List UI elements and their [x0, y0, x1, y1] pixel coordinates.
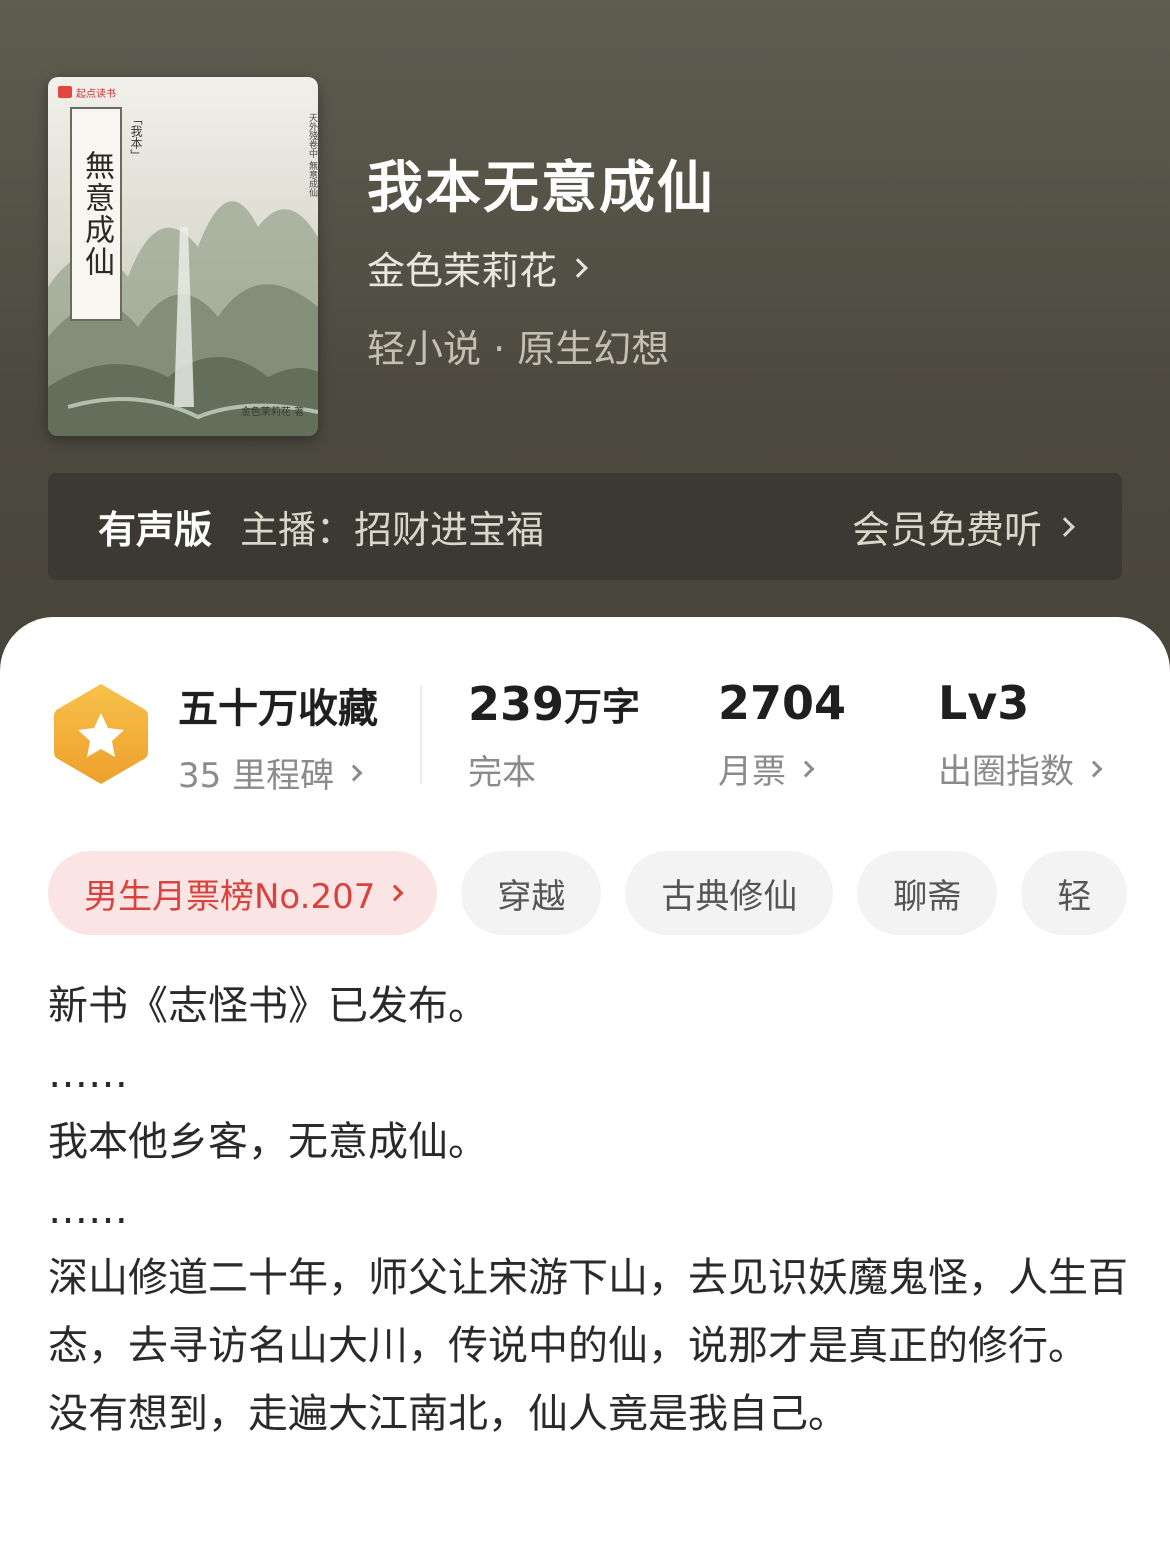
- cover-title: 無意成仙: [79, 150, 114, 278]
- stat-divider: [420, 686, 422, 784]
- description-line: 我本他乡客，无意成仙。: [48, 1119, 488, 1165]
- chevron-right-icon: [1055, 516, 1075, 537]
- tag-chip[interactable]: 轻: [1021, 851, 1128, 935]
- chevron-right-icon: [797, 760, 815, 777]
- rank-tag-label: 男生月票榜No.207: [84, 876, 376, 917]
- cover-brand: 起点读书: [58, 83, 116, 101]
- description-line: ……: [48, 1187, 128, 1233]
- stat-collect-value: 五十万收藏: [178, 686, 378, 732]
- popularity-index-text: 出圈指数: [938, 752, 1074, 792]
- chevron-right-icon: [568, 257, 588, 278]
- description-line: 深山修道二十年，师父让宋游下山，去见识妖魔鬼怪，人生百态，去寻访名山大川，传说中…: [48, 1255, 1128, 1369]
- audio-host: 主播：招财进宝福: [240, 508, 545, 552]
- stat-votes-value: 2704: [718, 676, 847, 730]
- author-link[interactable]: 金色茉莉花: [367, 240, 588, 295]
- stat-collect[interactable]: 五十万收藏 35 里程碑: [178, 676, 378, 797]
- book-title: 我本无意成仙: [367, 156, 715, 221]
- stat-level-label: 出圈指数: [938, 744, 1103, 793]
- tag-chip[interactable]: 穿越: [461, 851, 602, 935]
- cover-title-box: 無意成仙: [70, 107, 122, 321]
- brand-logo-icon: [58, 86, 72, 98]
- author-name: 金色茉莉花: [367, 249, 558, 293]
- description-line: ……: [48, 1051, 128, 1097]
- stat-collect-label: 35 里程碑: [178, 748, 378, 797]
- tag-chip[interactable]: 聊斋: [857, 851, 998, 935]
- stat-level-value: Lv3: [938, 676, 1030, 730]
- status-text: 完本: [468, 753, 536, 793]
- stat-words-value: 239万字: [468, 676, 640, 731]
- member-listen-button[interactable]: 会员免费听: [851, 499, 1075, 554]
- chevron-right-icon: [386, 884, 404, 902]
- description-line: 没有想到，走遍大江南北，仙人竟是我自己。: [48, 1391, 848, 1437]
- cover-vertical-text: 天外殘卷中 無意成仙: [307, 113, 317, 197]
- description-line: 新书《志怪书》已发布。: [48, 983, 488, 1029]
- cover-author: 金色茉莉花 著: [240, 407, 304, 418]
- stat-votes-label: 月票: [718, 744, 846, 793]
- rank-tag[interactable]: 男生月票榜No.207: [48, 851, 438, 935]
- stat-level[interactable]: Lv3 出圈指数: [938, 676, 1103, 793]
- stat-votes[interactable]: 2704 月票: [718, 676, 846, 793]
- milestone-text: 35 里程碑: [178, 756, 335, 796]
- cover-brand-text: 起点读书: [76, 88, 116, 100]
- votes-text: 月票: [718, 752, 786, 792]
- cover-subtitle: 「我本」: [129, 113, 143, 161]
- audio-version-bar[interactable]: 有声版 主播：招财进宝福 会员免费听: [48, 473, 1122, 580]
- tag-chip[interactable]: 古典修仙: [625, 851, 834, 935]
- stat-words: 239万字 完本: [468, 676, 640, 794]
- word-count-number: 239: [468, 677, 565, 731]
- book-genre: 轻小说 · 原生幻想: [367, 327, 670, 371]
- word-count-unit: 万字: [564, 685, 641, 729]
- star-hexagon-icon: [54, 684, 148, 784]
- book-cover[interactable]: 起点读书 無意成仙 「我本」 天外殘卷中 無意成仙 金色茉莉花 著: [48, 77, 318, 436]
- stat-words-label: 完本: [468, 745, 640, 794]
- chevron-right-icon: [345, 764, 363, 781]
- chevron-right-icon: [1085, 760, 1103, 777]
- tag-list: 男生月票榜No.207 穿越 古典修仙 聊斋 轻: [48, 851, 1145, 935]
- member-listen-label: 会员免费听: [851, 508, 1042, 552]
- book-description[interactable]: 新书《志怪书》已发布。 …… 我本他乡客，无意成仙。 …… 深山修道二十年，师父…: [48, 972, 1128, 1448]
- audio-tag: 有声版: [98, 508, 213, 552]
